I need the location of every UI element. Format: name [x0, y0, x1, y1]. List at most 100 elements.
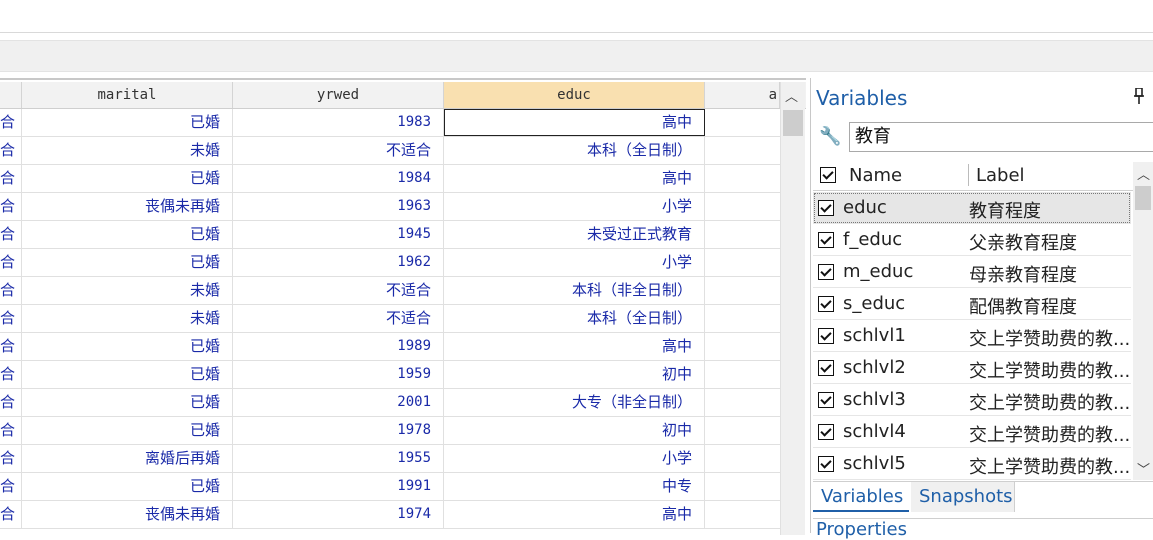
table-row[interactable]: 合已婚 2001 大专（非全日制）	[0, 389, 780, 417]
variable-checkbox[interactable]	[818, 456, 834, 472]
variable-checkbox[interactable]	[818, 264, 834, 280]
cell-yrwed[interactable]: 1989	[233, 333, 444, 360]
wrench-icon[interactable]: 🔧	[819, 126, 841, 147]
header-divider[interactable]	[968, 164, 969, 186]
scroll-thumb[interactable]	[783, 110, 803, 136]
table-row[interactable]: 合已婚 1984 高中	[0, 165, 780, 193]
cell-marital[interactable]: 未婚	[22, 305, 233, 332]
cell-prev[interactable]: 合	[0, 249, 22, 276]
col-header-next[interactable]: a	[705, 82, 780, 108]
pin-icon[interactable]	[1134, 88, 1144, 104]
table-row[interactable]: 合离婚后再婚 1955 小学	[0, 445, 780, 473]
col-header-educ[interactable]: educ	[444, 82, 705, 108]
cell-prev[interactable]: 合	[0, 501, 22, 528]
col-header-yrwed[interactable]: yrwed	[233, 82, 444, 108]
variable-checkbox[interactable]	[818, 328, 834, 344]
cell-prev[interactable]: 合	[0, 165, 22, 192]
cell-marital[interactable]: 已婚	[22, 417, 233, 444]
cell-educ[interactable]: 初中	[444, 361, 705, 388]
cell-marital[interactable]: 未婚	[22, 277, 233, 304]
cell-yrwed[interactable]: 1955	[233, 445, 444, 472]
variable-row[interactable]: schlvl4 交上学赞助费的教...	[813, 416, 1131, 448]
cell-prev[interactable]: 合	[0, 333, 22, 360]
data-editor-grid[interactable]: marital yrwed educ a 合已婚 1983 高中合未婚 不适合 本科（全…	[0, 78, 806, 535]
variable-row[interactable]: schlvl1 交上学赞助费的教...	[813, 320, 1131, 352]
cell-yrwed[interactable]: 1959	[233, 361, 444, 388]
cell-yrwed[interactable]: 2001	[233, 389, 444, 416]
cell-prev[interactable]: 合	[0, 361, 22, 388]
cell-yrwed[interactable]: 1978	[233, 417, 444, 444]
col-header-label[interactable]: Label	[976, 165, 1025, 186]
table-row[interactable]: 合丧偶未再婚 1974 高中	[0, 501, 780, 529]
cell-marital[interactable]: 已婚	[22, 221, 233, 248]
cell-yrwed[interactable]: 不适合	[233, 137, 444, 164]
cell-marital[interactable]: 已婚	[22, 389, 233, 416]
select-all-checkbox[interactable]	[820, 167, 836, 183]
cell-yrwed[interactable]: 1984	[233, 165, 444, 192]
cell-educ[interactable]: 高中	[444, 501, 705, 528]
variable-search-input[interactable]: 教育	[849, 122, 1153, 152]
col-header-marital[interactable]: marital	[22, 82, 233, 108]
cell-yrwed[interactable]: 不适合	[233, 305, 444, 332]
col-header-prev[interactable]	[0, 82, 22, 108]
cell-prev[interactable]: 合	[0, 473, 22, 500]
table-row[interactable]: 合已婚 1978 初中	[0, 417, 780, 445]
cell-marital[interactable]: 丧偶未再婚	[22, 501, 233, 528]
table-row[interactable]: 合已婚 1959 初中	[0, 361, 780, 389]
cell-educ[interactable]: 小学	[444, 445, 705, 472]
variable-checkbox[interactable]	[818, 424, 834, 440]
cell-yrwed[interactable]: 1962	[233, 249, 444, 276]
scroll-thumb[interactable]	[1135, 186, 1151, 210]
cell-prev[interactable]: 合	[0, 137, 22, 164]
cell-yrwed[interactable]: 1974	[233, 501, 444, 528]
cell-marital[interactable]: 已婚	[22, 333, 233, 360]
cell-marital[interactable]: 已婚	[22, 249, 233, 276]
table-row[interactable]: 合未婚 不适合 本科（全日制）	[0, 137, 780, 165]
cell-marital[interactable]: 已婚	[22, 473, 233, 500]
cell-educ[interactable]: 高中	[444, 109, 705, 136]
variable-checkbox[interactable]	[818, 392, 834, 408]
table-row[interactable]: 合未婚 不适合 本科（非全日制）	[0, 277, 780, 305]
variable-checkbox[interactable]	[818, 232, 834, 248]
table-row[interactable]: 合已婚 1983 高中	[0, 109, 780, 137]
cell-educ[interactable]: 高中	[444, 165, 705, 192]
cell-yrwed[interactable]: 1991	[233, 473, 444, 500]
cell-marital[interactable]: 离婚后再婚	[22, 445, 233, 472]
cell-yrwed[interactable]: 1945	[233, 221, 444, 248]
table-row[interactable]: 合未婚 不适合 本科（全日制）	[0, 305, 780, 333]
variable-checkbox[interactable]	[818, 296, 834, 312]
variable-row[interactable]: m_educ 母亲教育程度	[813, 256, 1131, 288]
table-row[interactable]: 合丧偶未再婚 1963 小学	[0, 193, 780, 221]
variable-checkbox[interactable]	[818, 200, 834, 216]
cell-marital[interactable]: 已婚	[22, 109, 233, 136]
variable-row[interactable]: educ 教育程度	[813, 192, 1131, 224]
variable-row[interactable]: schlvl2 交上学赞助费的教...	[813, 352, 1131, 384]
cell-prev[interactable]: 合	[0, 221, 22, 248]
variables-scrollbar[interactable]: ︿ ﹀	[1133, 162, 1153, 480]
cell-prev[interactable]: 合	[0, 445, 22, 472]
tab-snapshots[interactable]: Snapshots	[911, 482, 1015, 512]
cell-educ[interactable]: 大专（非全日制）	[444, 389, 705, 416]
cell-marital[interactable]: 未婚	[22, 137, 233, 164]
cell-marital[interactable]: 已婚	[22, 361, 233, 388]
cell-educ[interactable]: 本科（全日制）	[444, 137, 705, 164]
cell-educ[interactable]: 初中	[444, 417, 705, 444]
table-row[interactable]: 合已婚 1989 高中	[0, 333, 780, 361]
variable-row[interactable]: schlvl5 交上学赞助费的教...	[813, 448, 1131, 480]
cell-yrwed[interactable]: 1963	[233, 193, 444, 220]
cell-educ[interactable]: 中专	[444, 473, 705, 500]
variable-row[interactable]: s_educ 配偶教育程度	[813, 288, 1131, 320]
table-row[interactable]: 合已婚 1945 未受过正式教育	[0, 221, 780, 249]
scroll-up-icon[interactable]: ︿	[1137, 164, 1150, 183]
table-row[interactable]: 合已婚 1962 小学	[0, 249, 780, 277]
cell-prev[interactable]: 合	[0, 109, 22, 136]
cell-educ[interactable]: 本科（全日制）	[444, 305, 705, 332]
cell-educ[interactable]: 未受过正式教育	[444, 221, 705, 248]
grid-vertical-scrollbar[interactable]: ︿	[780, 82, 805, 535]
cell-prev[interactable]: 合	[0, 277, 22, 304]
cell-yrwed[interactable]: 1983	[233, 109, 444, 136]
cell-yrwed[interactable]: 不适合	[233, 277, 444, 304]
cell-educ[interactable]: 本科（非全日制）	[444, 277, 705, 304]
cell-prev[interactable]: 合	[0, 305, 22, 332]
cell-prev[interactable]: 合	[0, 389, 22, 416]
